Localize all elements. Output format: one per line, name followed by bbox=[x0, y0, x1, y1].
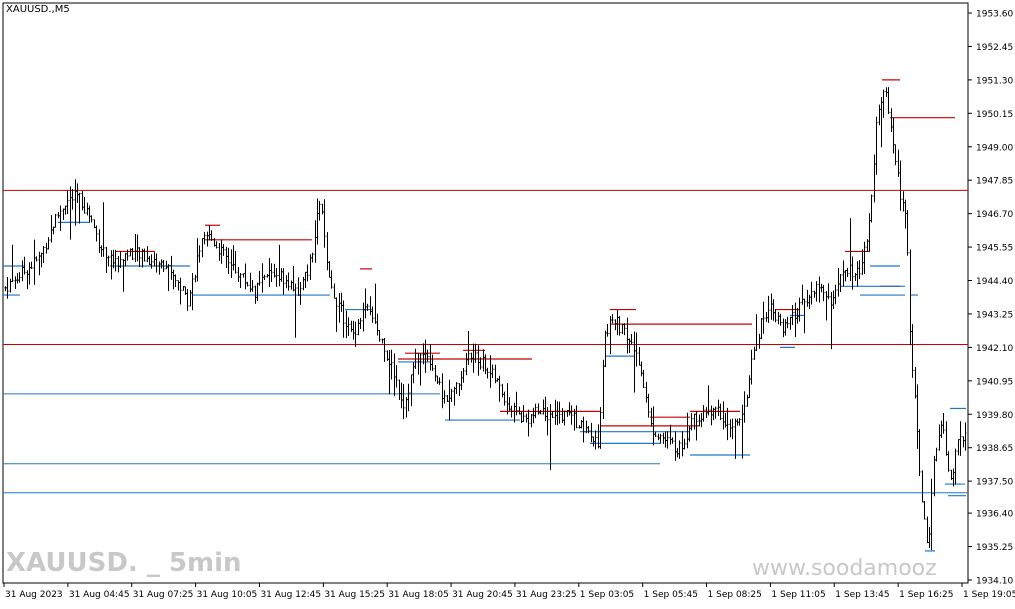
chart-area[interactable]: 1953.60 1952.45 1951.30 1950.15 1949.00 1947.… bbox=[0, 0, 1015, 605]
y-tick-label: 1945.55 bbox=[976, 244, 1013, 254]
x-tick-label: 1 Sep 13:45 bbox=[835, 590, 889, 600]
x-tick-label: 31 Aug 2023 bbox=[5, 590, 63, 600]
y-tick-label: 1934.10 bbox=[976, 577, 1013, 587]
y-tick-label: 1937.50 bbox=[976, 478, 1013, 488]
x-tick-label: 31 Aug 18:05 bbox=[388, 590, 449, 600]
y-tick-label: 1935.25 bbox=[976, 543, 1013, 553]
x-tick-label: 31 Aug 15:25 bbox=[324, 590, 385, 600]
y-tick-label: 1936.40 bbox=[976, 510, 1013, 520]
y-tick-label: 1943.25 bbox=[976, 310, 1013, 320]
price-chart[interactable]: 1953.60 1952.45 1951.30 1950.15 1949.00 1947.… bbox=[0, 0, 1015, 605]
y-tick-label: 1950.15 bbox=[976, 110, 1013, 120]
watermark-left: XAUUSD. _ 5min bbox=[6, 548, 242, 578]
y-tick-label: 1951.30 bbox=[976, 76, 1013, 86]
time-axis: 31 Aug 2023 31 Aug 04:45 31 Aug 07:25 31 Au… bbox=[3, 583, 1015, 600]
y-tick-label: 1946.70 bbox=[976, 210, 1013, 220]
y-tick-label: 1944.40 bbox=[976, 277, 1013, 287]
x-tick-label: 1 Sep 03:05 bbox=[580, 590, 634, 600]
y-tick-label: 1952.45 bbox=[976, 43, 1013, 53]
y-tick-label: 1938.65 bbox=[976, 444, 1013, 454]
x-tick-label: 31 Aug 07:25 bbox=[133, 590, 194, 600]
x-tick-label: 1 Sep 05:45 bbox=[644, 590, 698, 600]
x-tick-label: 31 Aug 10:05 bbox=[197, 590, 258, 600]
x-tick-label: 1 Sep 08:25 bbox=[708, 590, 762, 600]
y-tick-label: 1949.00 bbox=[976, 143, 1013, 153]
x-tick-label: 31 Aug 12:45 bbox=[260, 590, 321, 600]
y-tick-label: 1942.10 bbox=[976, 344, 1013, 354]
y-tick-label: 1947.85 bbox=[976, 177, 1013, 187]
x-tick-label: 31 Aug 23:25 bbox=[516, 590, 577, 600]
x-tick-label: 1 Sep 19:05 bbox=[963, 590, 1015, 600]
x-tick-label: 31 Aug 04:45 bbox=[69, 590, 130, 600]
x-tick-label: 31 Aug 20:45 bbox=[452, 590, 513, 600]
x-tick-label: 1 Sep 11:05 bbox=[771, 590, 825, 600]
symbol-label: XAUUSD.,M5 bbox=[6, 4, 70, 15]
watermark-right: www.soodamooz bbox=[752, 556, 937, 581]
price-axis: 1953.60 1952.45 1951.30 1950.15 1949.00 1947.… bbox=[968, 10, 1013, 587]
x-tick-label: 1 Sep 16:25 bbox=[899, 590, 953, 600]
y-tick-label: 1953.60 bbox=[976, 10, 1013, 20]
y-tick-label: 1940.95 bbox=[976, 377, 1013, 387]
y-tick-label: 1939.80 bbox=[976, 411, 1013, 421]
